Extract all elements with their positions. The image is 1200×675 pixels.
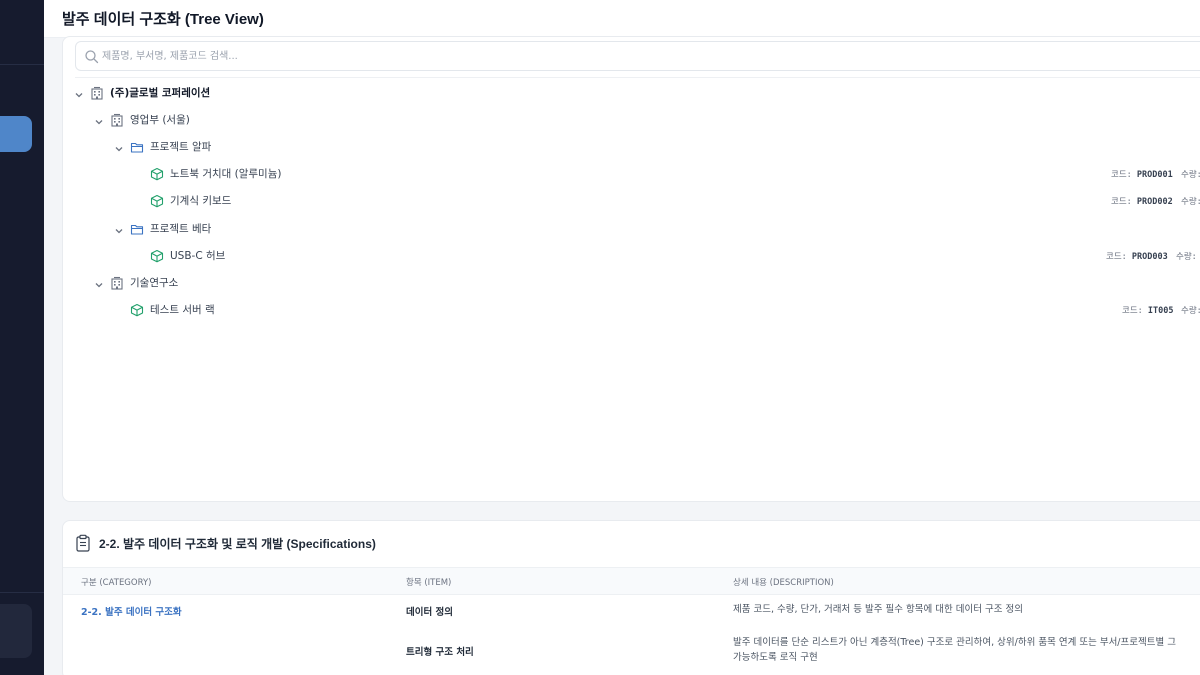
section-title: 2-2. 발주 데이터 구조화 및 로직 개발 (Specifications) bbox=[99, 537, 376, 551]
tree-node-project[interactable]: 프로젝트 알파 bbox=[73, 137, 1200, 157]
quantity-label: 수량: bbox=[1181, 170, 1200, 180]
search-icon bbox=[84, 49, 99, 64]
table-cell-item: 트리형 구조 처리 bbox=[406, 647, 474, 658]
building-icon bbox=[110, 112, 124, 127]
tree-node-label: 기계식 키보드 bbox=[170, 195, 232, 207]
tree-view-card: (주)글로벌 코퍼레이션 영업부 (서울) 프로젝트 알파 노트북 거치대 (알… bbox=[62, 36, 1200, 502]
tree-node-label: 프로젝트 알파 bbox=[150, 141, 212, 153]
tree-node-label: 기술연구소 bbox=[130, 277, 179, 289]
tree-node-label: 노트북 거치대 (알루미늄) bbox=[170, 168, 282, 180]
box-icon bbox=[150, 193, 164, 208]
table-cell-description: 제품 코드, 수량, 단가, 거래처 등 발주 필수 항목에 대한 데이터 구조… bbox=[733, 604, 1024, 615]
tree-node-project[interactable]: 프로젝트 베타 bbox=[73, 219, 1200, 239]
building-icon bbox=[90, 85, 104, 100]
sidebar bbox=[0, 0, 44, 675]
folder-open-icon bbox=[130, 139, 144, 153]
sidebar-active-item[interactable] bbox=[0, 116, 32, 152]
chevron-down-icon[interactable] bbox=[113, 140, 125, 152]
table-header: 구분 (CATEGORY) 항목 (ITEM) 상세 내용 (DESCRIPTI… bbox=[63, 567, 1200, 595]
chevron-down-icon[interactable] bbox=[113, 222, 125, 234]
quantity-label: 수량: bbox=[1181, 306, 1200, 316]
box-icon bbox=[150, 166, 164, 181]
divider bbox=[75, 77, 1200, 78]
tree-node-label: 테스트 서버 랙 bbox=[150, 304, 215, 316]
quantity-label: 수량: 1 bbox=[1176, 252, 1200, 262]
folder-open-icon bbox=[130, 221, 144, 235]
tree-node-label: USB-C 허브 bbox=[170, 250, 226, 262]
table-cell-description: 발주 데이터를 단순 리스트가 아닌 계층적(Tree) 구조로 관리하여, 상… bbox=[733, 637, 1176, 648]
tree-node-department[interactable]: 영업부 (서울) bbox=[73, 110, 1200, 130]
tree-node-item[interactable]: 노트북 거치대 (알루미늄) 코드: PROD001 수량: bbox=[73, 164, 1200, 184]
box-icon bbox=[130, 302, 144, 317]
search-box[interactable] bbox=[75, 41, 1200, 71]
quantity-label: 수량: bbox=[1181, 197, 1200, 207]
sidebar-user-card[interactable] bbox=[0, 604, 32, 658]
page-header: 발주 데이터 구조화 (Tree View) bbox=[44, 0, 1200, 38]
table-cell-item: 데이터 정의 bbox=[406, 607, 454, 618]
chevron-down-icon[interactable] bbox=[73, 86, 85, 98]
tree-node-label: (주)글로벌 코퍼레이션 bbox=[110, 87, 211, 99]
tree-node-department[interactable]: 기술연구소 bbox=[73, 273, 1200, 293]
page-title: 발주 데이터 구조화 (Tree View) bbox=[62, 11, 264, 28]
tree-node-item[interactable]: USB-C 허브 코드: PROD003 수량: 1 bbox=[73, 246, 1200, 266]
table-cell-description: 가능하도록 로직 구현 bbox=[733, 652, 818, 663]
tree-node-item[interactable]: 기계식 키보드 코드: PROD002 수량: bbox=[73, 191, 1200, 211]
box-icon bbox=[150, 248, 164, 263]
tree-node-label: 프로젝트 베타 bbox=[150, 223, 212, 235]
clipboard-icon bbox=[75, 534, 91, 552]
tree-node-root[interactable]: (주)글로벌 코퍼레이션 bbox=[73, 83, 1200, 103]
chevron-down-icon[interactable] bbox=[93, 276, 105, 288]
sidebar-divider bbox=[0, 64, 44, 65]
tree-node-item[interactable]: 테스트 서버 랙 코드: IT005 수량: bbox=[73, 300, 1200, 320]
column-header-category: 구분 (CATEGORY) bbox=[81, 578, 152, 588]
product-code: 코드: PROD002 bbox=[1111, 197, 1173, 207]
product-code: 코드: IT005 bbox=[1122, 306, 1174, 316]
product-code: 코드: PROD003 bbox=[1106, 252, 1168, 262]
sidebar-divider bbox=[0, 592, 44, 593]
specifications-card: 2-2. 발주 데이터 구조화 및 로직 개발 (Specifications)… bbox=[62, 520, 1200, 675]
building-icon bbox=[110, 275, 124, 290]
tree-node-label: 영업부 (서울) bbox=[130, 114, 190, 126]
search-input[interactable] bbox=[102, 47, 1002, 65]
product-code: 코드: PROD001 bbox=[1111, 170, 1173, 180]
table-cell-category[interactable]: 2-2. 발주 데이터 구조화 bbox=[81, 604, 182, 618]
column-header-item: 항목 (ITEM) bbox=[406, 578, 452, 588]
column-header-description: 상세 내용 (DESCRIPTION) bbox=[733, 578, 834, 588]
chevron-down-icon[interactable] bbox=[93, 113, 105, 125]
